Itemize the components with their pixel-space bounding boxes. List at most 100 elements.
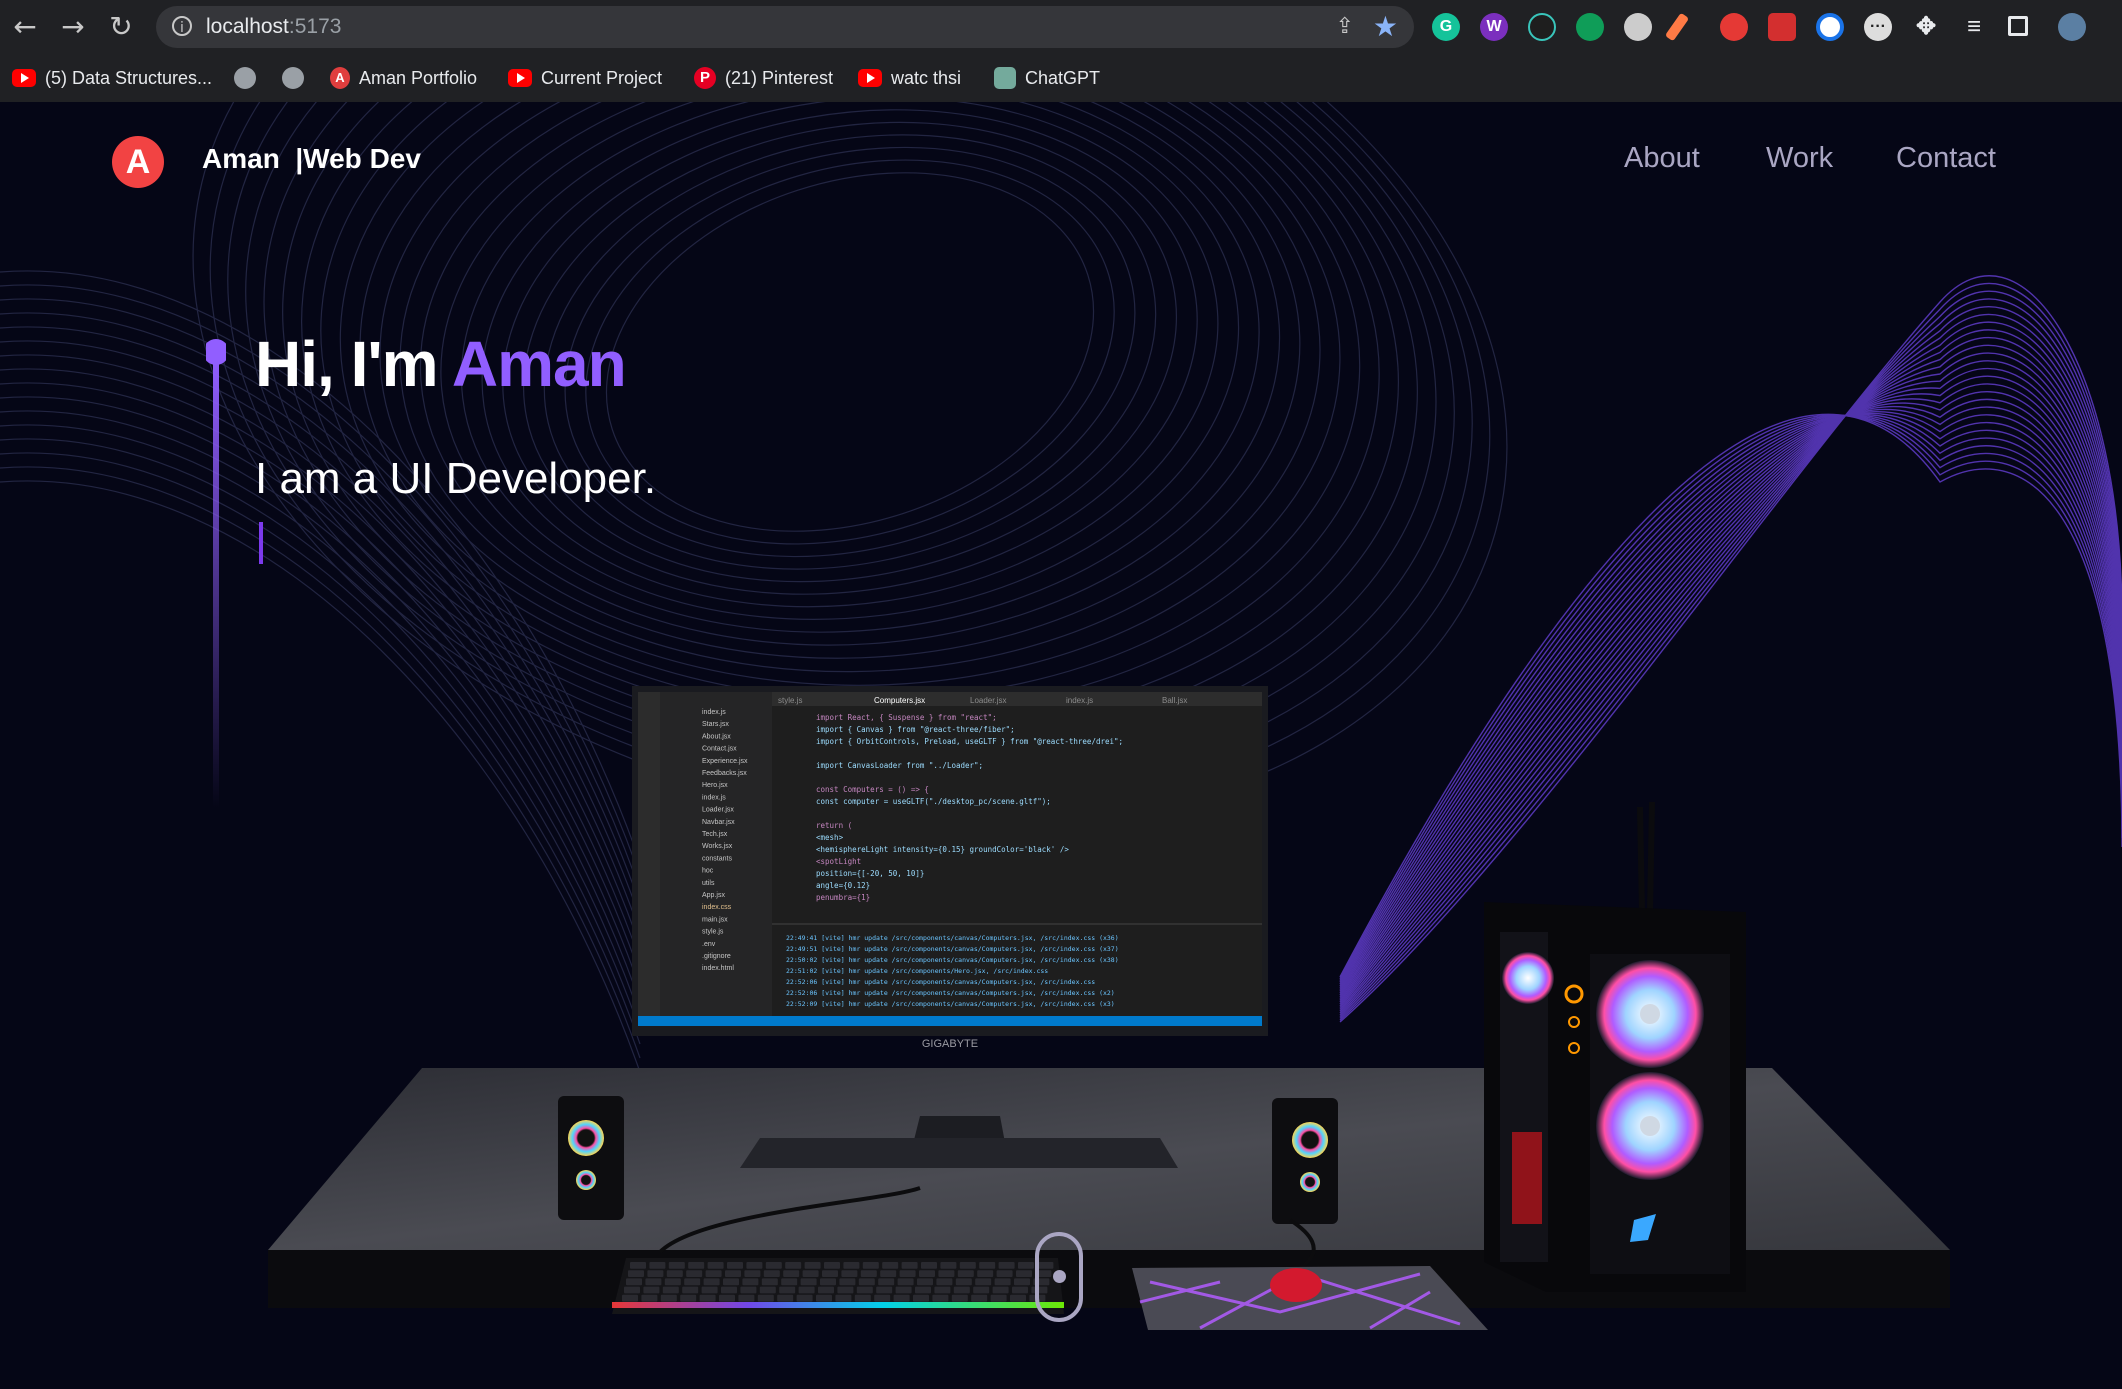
- cart-extension-icon[interactable]: [1576, 13, 1604, 41]
- code-line: import { OrbitControls, Preload, useGLTF…: [816, 737, 1123, 746]
- editor-file: Stars.jsx: [702, 721, 729, 728]
- keyboard-key: [824, 1262, 840, 1269]
- red-extension-icon[interactable]: [1768, 13, 1796, 41]
- keyboard-key: [785, 1262, 802, 1269]
- bookmark-item[interactable]: (5) Data Structures...: [12, 64, 212, 92]
- bookmark-item[interactable]: [234, 64, 256, 92]
- keyboard-key: [895, 1286, 912, 1294]
- feather-extension-icon[interactable]: [1624, 13, 1652, 41]
- w-extension-icon[interactable]: W: [1480, 13, 1508, 41]
- mouse: [1270, 1268, 1322, 1302]
- keyboard-key: [628, 1270, 644, 1277]
- keyboard-key: [701, 1286, 718, 1294]
- bookmark-item[interactable]: ChatGPT: [994, 64, 1100, 92]
- keyboard-key: [781, 1278, 798, 1286]
- editor-file: hoc: [702, 868, 714, 875]
- keyboard-key: [990, 1294, 1007, 1302]
- keyboard-key: [936, 1278, 953, 1286]
- keyboard-key: [913, 1294, 929, 1302]
- forward-icon[interactable]: →: [56, 10, 90, 44]
- editor-file: Experience.jsx: [702, 758, 748, 765]
- keyboard-key: [835, 1294, 852, 1302]
- keyboard-key: [977, 1270, 994, 1277]
- keyboard-key: [680, 1294, 697, 1302]
- desktop-pc-scene[interactable]: GIGABYTE style.js Computers.jsx Loader.jsx…: [0, 102, 2122, 1389]
- keyboard-key: [703, 1278, 720, 1286]
- keyboard-key: [959, 1262, 976, 1269]
- bookmark-item[interactable]: A Aman Portfolio: [330, 64, 477, 92]
- keyboard-key: [798, 1286, 815, 1294]
- keyboard-key: [649, 1262, 666, 1269]
- keyboard-key: [854, 1294, 871, 1302]
- side-panel-icon[interactable]: [2008, 16, 2028, 36]
- alarm-extension-icon[interactable]: [1528, 13, 1556, 41]
- keyboard-key: [699, 1294, 716, 1302]
- keyboard-key: [719, 1294, 735, 1302]
- grammarly-extension-icon[interactable]: G: [1432, 13, 1460, 41]
- profile-avatar[interactable]: [2058, 13, 2086, 41]
- keyboard-key: [953, 1286, 970, 1294]
- bookmark-label: ChatGPT: [1025, 67, 1101, 88]
- back-icon[interactable]: ←: [8, 10, 42, 44]
- editor-file: utils: [702, 880, 715, 887]
- keyboard-key: [740, 1286, 757, 1294]
- code-line: return (: [816, 821, 852, 830]
- keyboard-key: [874, 1294, 891, 1302]
- address-bar-url[interactable]: localhost:5173: [206, 15, 341, 39]
- terminal-line: 22:51:02 [vite] hmr update /src/componen…: [786, 967, 1048, 975]
- keyboard-key: [917, 1278, 933, 1286]
- browser-chrome: ← → ↻ i localhost:5173 ⇪ ★ G W ··· ✥ ≡ (…: [0, 0, 2122, 102]
- site-info-icon[interactable]: i: [172, 16, 192, 36]
- share-icon[interactable]: ⇪: [1336, 14, 1354, 39]
- bookmark-item[interactable]: P (21) Pinterest: [694, 64, 833, 92]
- keyboard-key: [822, 1270, 838, 1277]
- scroll-indicator[interactable]: [1035, 1232, 1083, 1322]
- editor-activity-bar: [638, 692, 660, 1026]
- right-speaker: [1272, 1098, 1338, 1224]
- pinterest-icon: P: [694, 67, 716, 89]
- bookmark-item[interactable]: Current Project: [508, 64, 662, 92]
- color-picker-extension-icon[interactable]: [1664, 12, 1690, 42]
- keyboard-key: [802, 1270, 819, 1277]
- browser-toolbar: ← → ↻ i localhost:5173 ⇪ ★ G W ··· ✥ ≡: [0, 0, 2122, 54]
- keyboard-key: [668, 1262, 685, 1269]
- editor-tab: Ball.jsx: [1162, 696, 1187, 705]
- monitor-brand: GIGABYTE: [922, 1038, 978, 1050]
- editor-tab: index.js: [1066, 696, 1093, 705]
- code-line: import React, { Suspense } from "react";: [816, 713, 997, 722]
- keyboard-key: [1018, 1262, 1034, 1269]
- reload-icon[interactable]: ↻: [104, 10, 138, 44]
- bookmark-star-icon[interactable]: ★: [1373, 10, 1398, 43]
- keyboard-key: [759, 1286, 776, 1294]
- terminal-line: 22:50:02 [vite] hmr update /src/componen…: [786, 956, 1119, 964]
- hand-extension-icon[interactable]: [1720, 13, 1748, 41]
- editor-file: Loader.jsx: [702, 807, 734, 814]
- terminal-line: 22:52:06 [vite] hmr update /src/componen…: [786, 989, 1115, 997]
- keyboard-key: [804, 1262, 821, 1269]
- keyboard-key: [738, 1294, 755, 1302]
- chatgpt-icon: [994, 67, 1016, 89]
- keyboard-key: [957, 1270, 974, 1277]
- bookmarks-bar: (5) Data Structures... A Aman Portfolio C…: [0, 54, 2122, 102]
- keyboard-key: [899, 1270, 916, 1277]
- keyboard-key: [622, 1294, 638, 1302]
- bookmark-item[interactable]: watc thsi: [858, 64, 961, 92]
- code-line: <spotLight: [816, 857, 861, 866]
- dots-extension-icon[interactable]: ···: [1864, 13, 1892, 41]
- keyboard-key: [796, 1294, 813, 1302]
- circle-extension-icon[interactable]: [1816, 13, 1844, 41]
- keyboard-key: [820, 1278, 836, 1286]
- address-bar[interactable]: i localhost:5173 ⇪ ★: [156, 6, 1414, 48]
- keyboard-key: [996, 1270, 1013, 1277]
- extensions-puzzle-icon[interactable]: ✥: [1912, 13, 1940, 41]
- code-line: angle={0.12}: [816, 881, 870, 890]
- keyboard-key: [744, 1270, 761, 1277]
- bookmark-item[interactable]: [282, 64, 304, 92]
- code-line: const computer = useGLTF("./desktop_pc/s…: [816, 797, 1051, 806]
- keyboard-key: [921, 1262, 937, 1269]
- code-line: import CanvasLoader from "../Loader";: [816, 761, 983, 770]
- keyboard-key: [816, 1294, 832, 1302]
- keyboard-key: [723, 1278, 739, 1286]
- keyboard-key: [705, 1270, 722, 1277]
- reading-list-icon[interactable]: ≡: [1960, 13, 1988, 41]
